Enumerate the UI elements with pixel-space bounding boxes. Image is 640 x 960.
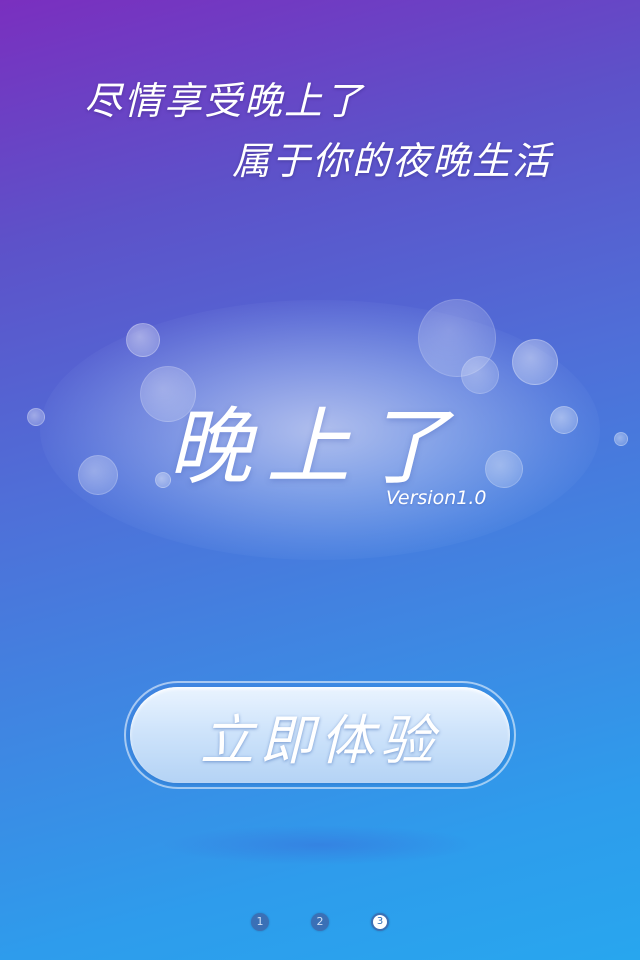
splash-screen: 尽情享受晚上了 属于你的夜晚生活 晚上了 Version1.0 立即体验 1 2…: [0, 0, 640, 960]
decor-bubble: [126, 323, 160, 357]
decor-bubble: [78, 455, 118, 495]
decor-bubble: [512, 339, 558, 385]
decor-bubble: [614, 432, 628, 446]
page-indicator-1[interactable]: 1: [251, 913, 269, 931]
app-logo-title: 晚上了: [168, 398, 463, 496]
start-button-label: 立即体验: [200, 708, 440, 772]
button-shadow: [160, 825, 480, 865]
decor-bubble: [550, 406, 578, 434]
app-version: Version1.0: [386, 487, 487, 509]
page-indicator-2[interactable]: 2: [311, 913, 329, 931]
slogan-line-1: 尽情享受晚上了: [84, 79, 365, 123]
decor-bubble: [485, 450, 523, 488]
slogan-line-2: 属于你的夜晚生活: [232, 139, 553, 183]
decor-bubble: [27, 408, 45, 426]
start-experience-button[interactable]: 立即体验: [130, 687, 510, 783]
page-indicator-3[interactable]: 3: [371, 913, 389, 931]
